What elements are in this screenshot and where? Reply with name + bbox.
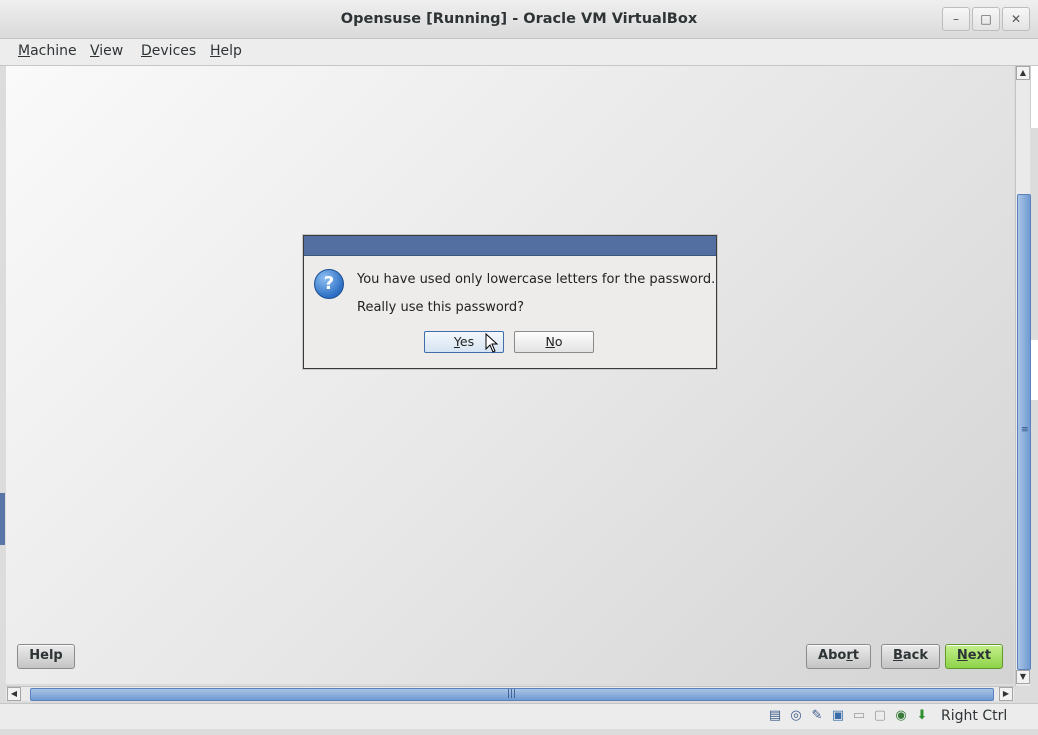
host-edge-mid: [1030, 340, 1038, 400]
host-key-label: Right Ctrl: [941, 708, 1008, 724]
no-button[interactable]: No: [514, 331, 594, 353]
capture-icon[interactable]: ◉: [892, 707, 910, 725]
mouse-cursor-icon: [485, 333, 499, 353]
maximize-icon: □: [980, 12, 992, 26]
arrow-down-icon[interactable]: ⬇: [913, 707, 931, 725]
network-icon[interactable]: ▣: [829, 707, 847, 725]
next-button[interactable]: Next: [945, 644, 1003, 669]
menu-help[interactable]: Help: [210, 43, 242, 59]
minimize-icon: –: [953, 12, 959, 26]
usb-icon[interactable]: ✎: [808, 707, 826, 725]
close-button[interactable]: ✕: [1002, 7, 1030, 31]
shared-folder-icon[interactable]: ▭: [850, 707, 868, 725]
grip-icon: ≡: [1021, 425, 1029, 435]
display-icon[interactable]: ▢: [871, 707, 889, 725]
vertical-scrollbar[interactable]: ▲ ≡ ▼: [1015, 66, 1031, 686]
menu-machine[interactable]: Machine: [18, 43, 77, 59]
menubar: Machine View Devices Help: [0, 39, 1038, 66]
status-icons: ▤ ◎ ✎ ▣ ▭ ▢ ◉ ⬇: [766, 707, 931, 725]
scroll-up-icon[interactable]: ▲: [1016, 66, 1030, 80]
window-title: Opensuse [Running] - Oracle VM VirtualBo…: [340, 11, 698, 27]
host-edge-top: [1030, 66, 1038, 128]
window-titlebar: Opensuse [Running] - Oracle VM VirtualBo…: [0, 0, 1038, 39]
status-bar: ▤ ◎ ✎ ▣ ▭ ▢ ◉ ⬇ Right Ctrl: [0, 703, 1038, 729]
scroll-left-icon[interactable]: ◀: [7, 687, 21, 701]
hard-disk-icon[interactable]: ▤: [766, 707, 784, 725]
maximize-button[interactable]: □: [972, 7, 1000, 31]
dialog-message: You have used only lowercase letters for…: [357, 272, 716, 287]
scroll-down-icon[interactable]: ▼: [1016, 670, 1030, 684]
password-warning-dialog: ? You have used only lowercase letters f…: [303, 235, 717, 369]
guest-screen[interactable]: Help Abort Back Next ? You have used onl…: [6, 66, 1014, 684]
help-button[interactable]: Help: [17, 644, 75, 669]
close-icon: ✕: [1010, 12, 1022, 26]
optical-drive-icon[interactable]: ◎: [787, 707, 805, 725]
abort-button[interactable]: Abort: [806, 644, 871, 669]
window-controls: – □ ✕: [942, 7, 1030, 31]
scroll-right-icon[interactable]: ▶: [999, 687, 1013, 701]
host-edge-left: [0, 493, 5, 545]
vertical-scroll-thumb[interactable]: ≡: [1017, 194, 1031, 670]
horizontal-scrollbar[interactable]: ◀ ||| ▶: [6, 686, 1014, 701]
dialog-question: Really use this password?: [357, 300, 525, 315]
menu-view[interactable]: View: [90, 43, 123, 59]
grip-icon: |||: [507, 689, 517, 699]
menu-devices[interactable]: Devices: [141, 43, 196, 59]
back-button[interactable]: Back: [881, 644, 940, 669]
dialog-titlebar: [304, 236, 716, 256]
question-icon: ?: [314, 269, 344, 299]
minimize-button[interactable]: –: [942, 7, 970, 31]
horizontal-scroll-thumb[interactable]: |||: [30, 688, 994, 701]
